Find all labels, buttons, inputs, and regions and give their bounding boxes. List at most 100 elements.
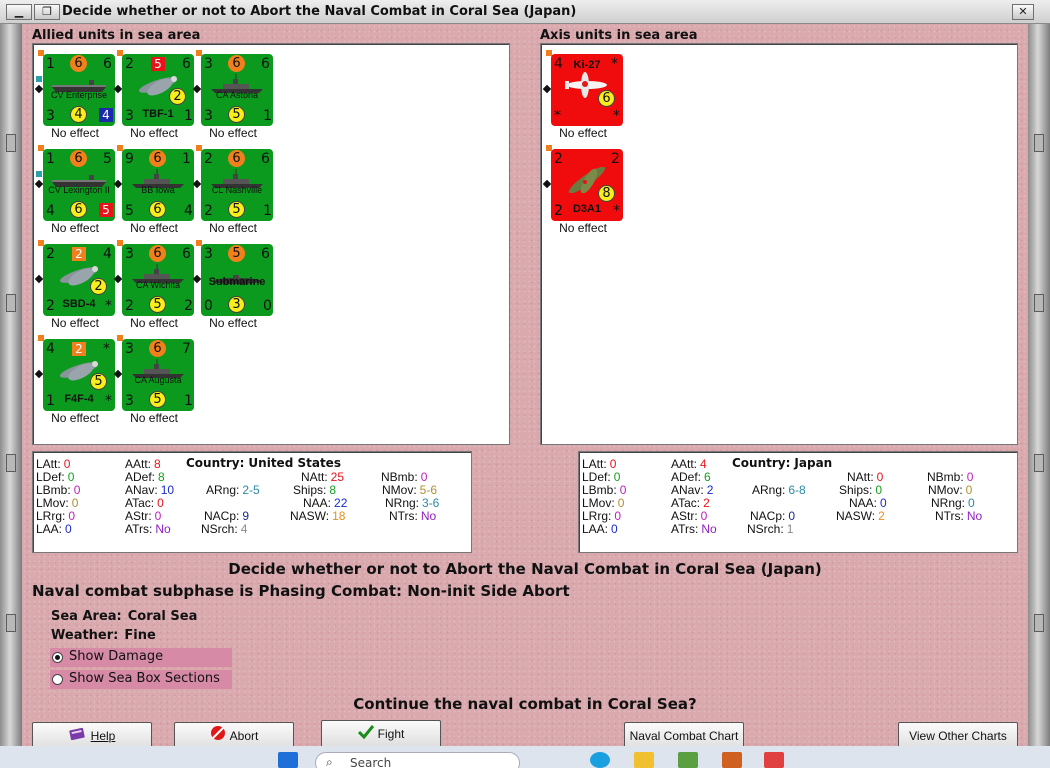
app-icon-red[interactable] xyxy=(764,752,784,768)
stat-label: ARng: xyxy=(752,483,786,497)
stat-label: ATac: xyxy=(125,496,155,510)
app-icon-orange[interactable] xyxy=(722,752,742,768)
unit-counter[interactable]: 9 6 1 5 6 4 BB Iowa xyxy=(122,149,194,221)
unit-sbd-4[interactable]: 2 2 4 2 2 * SBD-4 No effect xyxy=(34,236,115,331)
unit-counter[interactable]: 2 2 4 2 2 * SBD-4 xyxy=(43,244,115,316)
show-sea-box-sections-option[interactable]: Show Sea Box Sections xyxy=(50,670,232,689)
stat-nbmb: NBmb: 0 xyxy=(927,470,973,484)
stat-label: LAtt: xyxy=(582,457,607,471)
taskbar-search[interactable]: ⌕ Search xyxy=(315,752,520,768)
unit-top-center-value: 6 xyxy=(149,340,166,357)
unit-counter[interactable]: 1 6 6 3 4 4 CV Enterprise xyxy=(43,54,115,126)
unit-ca-astoria[interactable]: 3 6 6 3 5 1 CA Astoria No effect xyxy=(192,46,273,141)
unit-top-right-value: 6 xyxy=(261,246,270,262)
unit-ca-augusta[interactable]: 3 6 7 3 5 1 CA Augusta No effect xyxy=(113,331,194,426)
unit-counter[interactable]: 4 * * 6 * * Ki-27 xyxy=(551,54,623,126)
stat-lrrg: LRrg: 0 xyxy=(36,509,75,523)
unit-f4f-4[interactable]: 4 2 * 1 5 * F4F-4 No effect xyxy=(34,331,115,426)
country-info: Country: Japan xyxy=(732,456,832,470)
unit-counter[interactable]: 4 2 * 1 5 * F4F-4 xyxy=(43,339,115,411)
unit-top-left-value: 3 xyxy=(204,56,213,72)
unit-counter[interactable]: 2 6 6 2 5 1 CL Nashville xyxy=(201,149,273,221)
stat-value: 2 xyxy=(706,483,714,497)
unit-bottom-left-value: 3 xyxy=(125,393,134,409)
stat-lrrg: LRrg: 0 xyxy=(582,509,621,523)
unit-cl-nashville[interactable]: 2 6 6 2 5 1 CL Nashville No effect xyxy=(192,141,273,236)
unit-cv-lexington-ii[interactable]: 1 6 5 4 6 5 CV Lexington II No effect xyxy=(34,141,115,236)
stat-adef: ADef: 6 xyxy=(671,470,711,484)
stat-label: LAA: xyxy=(582,522,609,536)
unit-name: Submarine xyxy=(208,276,266,288)
unit-cv-enterprise[interactable]: 1 6 6 3 4 4 CV Enterprise No effect xyxy=(34,46,115,141)
unit-top-right-value: * xyxy=(103,341,110,357)
side-marker-icon xyxy=(113,84,123,94)
unit-bb-iowa[interactable]: 9 6 1 5 6 4 BB Iowa No effect xyxy=(113,141,194,236)
side-marker-icon xyxy=(192,179,202,189)
stat-value: 6-8 xyxy=(788,483,806,497)
stat-ships: Ships: 8 xyxy=(293,483,336,497)
abort-button-label: Abort xyxy=(229,729,259,743)
unit-counter[interactable]: 2 5 6 3 2 1 TBF-1 xyxy=(122,54,194,126)
stat-label: LRrg: xyxy=(36,509,66,523)
unit-counter[interactable]: 3 6 7 3 5 1 CA Augusta xyxy=(122,339,194,411)
minimize-icon[interactable]: ▁ xyxy=(6,4,32,20)
edge-browser-icon[interactable] xyxy=(590,752,610,768)
unit-top-right-value: 4 xyxy=(103,246,112,262)
stat-label: NACp: xyxy=(750,509,786,523)
unit-counter[interactable]: 3 5 6 0 3 0 Submarine xyxy=(201,244,273,316)
stat-natt: NAtt: 0 xyxy=(847,470,883,484)
unit-tbf-1[interactable]: 2 5 6 3 2 1 TBF-1 No effect xyxy=(113,46,194,141)
stat-nacp: NACp: 0 xyxy=(750,509,795,523)
unit-counter[interactable]: 3 6 6 3 5 1 CA Astoria xyxy=(201,54,273,126)
unit-name: SBD-4 xyxy=(62,298,96,310)
side-marker-icon xyxy=(34,84,44,94)
stat-label: NAtt: xyxy=(847,470,874,484)
unit-bottom-left-value: 3 xyxy=(204,108,213,124)
stat-label: ATrs: xyxy=(671,522,699,536)
title-bar: ▁ ❐ Decide whether or not to Abort the N… xyxy=(0,0,1050,24)
unit-counter[interactable]: 1 6 5 4 6 5 CV Lexington II xyxy=(43,149,115,221)
stat-label: NASW: xyxy=(836,509,876,523)
stat-value: 25 xyxy=(330,470,345,484)
unit-name: CA Wichita xyxy=(135,280,180,290)
restore-icon[interactable]: ❐ xyxy=(34,4,60,20)
help-button-label: Help xyxy=(90,729,116,743)
stat-value: 0 xyxy=(875,483,883,497)
unit-bottom-center-value: 2 xyxy=(169,88,186,105)
stat-value: 0 xyxy=(609,457,617,471)
allied-units-panel: 1 6 6 3 4 4 CV Enterprise No effect 2 5 6 3 2 1 TBF-1 N… xyxy=(32,43,510,445)
stat-ldef: LDef: 0 xyxy=(582,470,620,484)
unit-counter[interactable]: 2 2 2 8 * 2 D3A1 xyxy=(551,149,623,221)
windows-start-icon[interactable] xyxy=(278,752,298,768)
show-damage-radio[interactable] xyxy=(52,652,63,663)
app-icon-green[interactable] xyxy=(678,752,698,768)
unit-top-center-value: 6 xyxy=(228,150,245,167)
unit-top-left-value: 2 xyxy=(125,56,134,72)
stat-arng: ARng: 2-5 xyxy=(206,483,260,497)
show-damage-label: Show Damage xyxy=(69,649,164,664)
show-sea-box-sections-radio[interactable] xyxy=(52,674,63,685)
stat-value: 0 xyxy=(614,509,622,523)
unit-bottom-center-value: 8 xyxy=(598,185,615,202)
unit-top-center-value: 2 xyxy=(72,247,86,261)
unit-ca-wichita[interactable]: 3 6 6 2 5 2 CA Wichita No effect xyxy=(113,236,194,331)
unit-counter[interactable]: 3 6 6 2 5 2 CA Wichita xyxy=(122,244,194,316)
unit-d3a1[interactable]: 2 2 2 8 * 2 D3A1 No effect xyxy=(542,141,623,236)
window-title: Decide whether or not to Abort the Naval… xyxy=(62,4,577,19)
unit-bottom-right-value: 1 xyxy=(263,108,272,124)
unit-top-left-value: 3 xyxy=(204,246,213,262)
close-icon[interactable]: ✕ xyxy=(1012,4,1034,20)
show-damage-option[interactable]: Show Damage xyxy=(50,648,232,667)
unit-ki-27[interactable]: 4 * * 6 * * Ki-27 No effect xyxy=(542,46,623,141)
stat-label: NBmb: xyxy=(381,470,418,484)
unit-left-side-value: * xyxy=(554,108,561,124)
stat-aatt: AAtt: 8 xyxy=(125,457,161,471)
side-marker-icon xyxy=(192,274,202,284)
search-icon: ⌕ xyxy=(326,755,333,768)
stat-label: ADef: xyxy=(671,470,702,484)
file-explorer-icon[interactable] xyxy=(634,752,654,768)
side-marker-icon xyxy=(113,274,123,284)
unit-submarine[interactable]: 3 5 6 0 3 0 Submarine No effect xyxy=(192,236,273,331)
stat-ntrs: NTrs: No xyxy=(389,509,436,523)
stat-value: 0 xyxy=(63,457,71,471)
